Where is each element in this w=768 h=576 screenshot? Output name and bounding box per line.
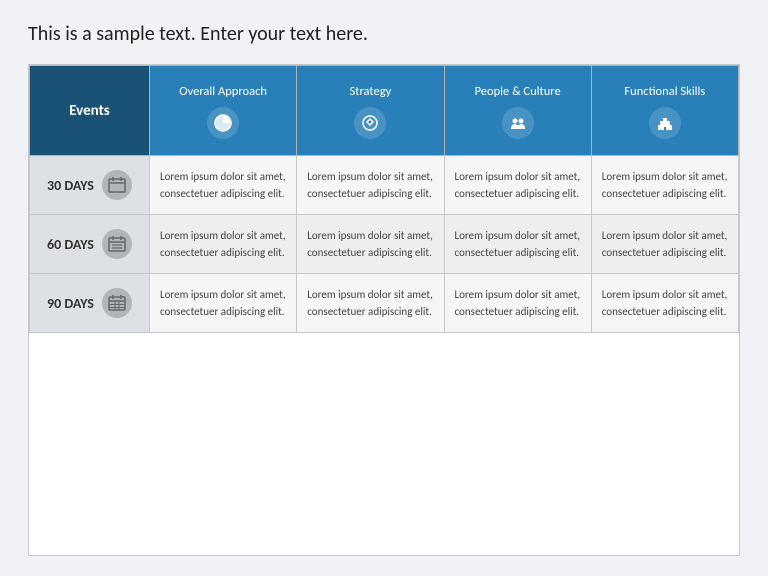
header-row: Events Overall Approach bbox=[30, 66, 739, 156]
content-cell-2-1: Lorem ipsum dolor sit amet, consectetuer… bbox=[297, 274, 444, 333]
header-events: Events bbox=[30, 66, 150, 156]
day-cell-2: 90 DAYS bbox=[30, 274, 150, 333]
header-strategy: Strategy bbox=[297, 66, 444, 156]
content-cell-2-0: Lorem ipsum dolor sit amet, consectetuer… bbox=[150, 274, 297, 333]
chart-icon bbox=[207, 107, 239, 139]
day-label: 90 DAYS bbox=[47, 293, 94, 314]
main-table: Events Overall Approach bbox=[29, 65, 739, 333]
content-cell-1-2: Lorem ipsum dolor sit amet, consectetuer… bbox=[444, 215, 591, 274]
content-cell-0-0: Lorem ipsum dolor sit amet, consectetuer… bbox=[150, 156, 297, 215]
content-cell-0-1: Lorem ipsum dolor sit amet, consectetuer… bbox=[297, 156, 444, 215]
puzzle-icon bbox=[354, 107, 386, 139]
page-title: This is a sample text. Enter your text h… bbox=[28, 22, 740, 46]
content-cell-1-1: Lorem ipsum dolor sit amet, consectetuer… bbox=[297, 215, 444, 274]
header-functional-skills: Functional Skills bbox=[591, 66, 738, 156]
day-cell-1: 60 DAYS bbox=[30, 215, 150, 274]
day-cell-0: 30 DAYS bbox=[30, 156, 150, 215]
factory-icon bbox=[649, 107, 681, 139]
day-icon-0 bbox=[102, 170, 132, 200]
content-cell-2-2: Lorem ipsum dolor sit amet, consectetuer… bbox=[444, 274, 591, 333]
page-container: This is a sample text. Enter your text h… bbox=[0, 0, 768, 576]
content-cell-1-3: Lorem ipsum dolor sit amet, consectetuer… bbox=[591, 215, 738, 274]
table-row: 90 DAYS Lorem ipsum dolor sit amet, cons… bbox=[30, 274, 739, 333]
header-people-culture: People & Culture bbox=[444, 66, 591, 156]
day-label: 30 DAYS bbox=[47, 175, 94, 196]
header-overall-approach: Overall Approach bbox=[150, 66, 297, 156]
day-icon-1 bbox=[102, 229, 132, 259]
group-icon bbox=[502, 107, 534, 139]
main-table-wrapper: Events Overall Approach bbox=[28, 64, 740, 556]
content-cell-1-0: Lorem ipsum dolor sit amet, consectetuer… bbox=[150, 215, 297, 274]
content-cell-0-3: Lorem ipsum dolor sit amet, consectetuer… bbox=[591, 156, 738, 215]
content-cell-0-2: Lorem ipsum dolor sit amet, consectetuer… bbox=[444, 156, 591, 215]
table-row: 30 DAYS Lorem ipsum dolor sit amet, cons… bbox=[30, 156, 739, 215]
table-row: 60 DAYS Lorem ipsum dolor sit amet, cons… bbox=[30, 215, 739, 274]
content-cell-2-3: Lorem ipsum dolor sit amet, consectetuer… bbox=[591, 274, 738, 333]
day-label: 60 DAYS bbox=[47, 234, 94, 255]
day-icon-2 bbox=[102, 288, 132, 318]
